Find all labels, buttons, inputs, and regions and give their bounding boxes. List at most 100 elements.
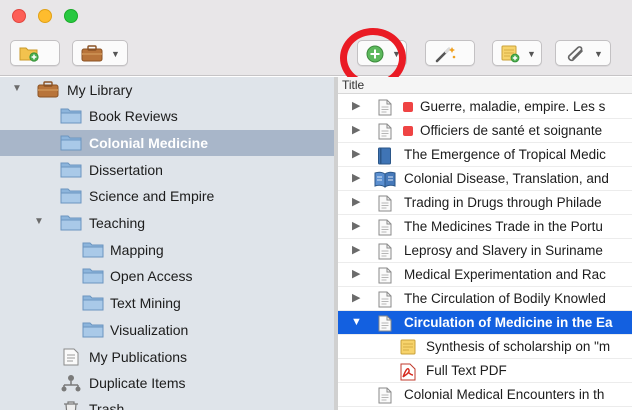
item-title: Medical Experimentation and Rac bbox=[404, 267, 606, 282]
disclosure-collapsed-icon[interactable]: ▶ bbox=[352, 221, 360, 232]
disclosure-expanded-icon[interactable]: ▼ bbox=[351, 317, 362, 328]
sidebar-item-my-library[interactable]: ▼ My Library bbox=[0, 77, 334, 103]
folder-icon bbox=[82, 295, 104, 311]
item-title: Colonial Disease, Translation, and bbox=[404, 171, 609, 186]
red-tag-icon bbox=[403, 102, 413, 112]
document-icon bbox=[378, 99, 392, 116]
document-icon bbox=[378, 123, 392, 140]
item-title: Guerre, maladie, empire. Les s bbox=[420, 99, 606, 114]
item-row[interactable]: ▶ Leprosy and Slavery in Suriname bbox=[338, 239, 632, 263]
disclosure-collapsed-icon[interactable]: ▶ bbox=[352, 245, 360, 256]
item-row[interactable]: Colonial Medical Encounters in th bbox=[338, 383, 632, 407]
new-note-button[interactable]: ▼ bbox=[492, 40, 542, 66]
folder-icon bbox=[60, 108, 82, 124]
sidebar-item-book-reviews[interactable]: Book Reviews bbox=[0, 103, 334, 129]
library-menu-button[interactable]: ▼ bbox=[72, 40, 128, 66]
disclosure-collapsed-icon[interactable]: ▶ bbox=[352, 197, 360, 208]
item-title: Trading in Drugs through Philade bbox=[404, 195, 602, 210]
disclosure-collapsed-icon[interactable]: ▶ bbox=[352, 173, 360, 184]
document-icon bbox=[378, 387, 392, 404]
document-icon bbox=[378, 219, 392, 236]
sidebar-item-label: Visualization bbox=[110, 322, 189, 338]
sidebar-item-science-and-empire[interactable]: Science and Empire bbox=[0, 183, 334, 209]
chevron-down-icon: ▼ bbox=[392, 49, 401, 59]
item-title: Circulation of Medicine in the Ea bbox=[404, 315, 613, 330]
items-list: Title ▶ Guerre, maladie, empire. Les s ▶… bbox=[338, 77, 632, 410]
item-row-selected[interactable]: ▼ Circulation of Medicine in the Ea bbox=[338, 311, 632, 335]
sidebar-item-label: Science and Empire bbox=[89, 188, 215, 204]
sidebar-item-label: Colonial Medicine bbox=[89, 135, 209, 151]
zoom-window-button[interactable] bbox=[64, 9, 78, 23]
disclosure-collapsed-icon[interactable]: ▶ bbox=[352, 293, 360, 304]
disclosure-collapsed-icon[interactable]: ▶ bbox=[352, 101, 360, 112]
disclosure-collapsed-icon[interactable]: ▶ bbox=[352, 125, 360, 136]
disclosure-expanded-icon[interactable]: ▼ bbox=[12, 84, 22, 94]
item-row[interactable]: ▶ The Circulation of Bodily Knowled bbox=[338, 287, 632, 311]
item-title: The Medicines Trade in the Portu bbox=[404, 219, 603, 234]
document-icon bbox=[378, 291, 392, 308]
new-collection-button[interactable] bbox=[10, 40, 60, 66]
add-by-identifier-button[interactable] bbox=[425, 40, 475, 66]
disclosure-collapsed-icon[interactable]: ▶ bbox=[352, 269, 360, 280]
publications-icon bbox=[63, 348, 79, 366]
red-tag-icon bbox=[403, 126, 413, 136]
sidebar-item-label: Teaching bbox=[89, 215, 146, 231]
child-item-row[interactable]: Synthesis of scholarship on "m bbox=[338, 335, 632, 359]
sidebar-item-my-publications[interactable]: My Publications bbox=[0, 344, 334, 370]
sidebar-item-trash[interactable]: Trash bbox=[0, 396, 334, 410]
magic-wand-icon bbox=[435, 47, 456, 63]
note-add-icon bbox=[501, 45, 520, 63]
sidebar-item-mapping[interactable]: Mapping bbox=[0, 237, 334, 263]
column-header-label: Title bbox=[342, 78, 365, 92]
sidebar-item-label: Book Reviews bbox=[89, 108, 178, 124]
briefcase-icon bbox=[81, 45, 103, 62]
paperclip-icon bbox=[567, 46, 583, 62]
chevron-down-icon: ▼ bbox=[527, 49, 536, 59]
item-title: The Emergence of Tropical Medic bbox=[404, 147, 606, 162]
column-header-title[interactable]: Title bbox=[338, 77, 632, 94]
item-row[interactable]: ▶ Guerre, maladie, empire. Les s bbox=[338, 95, 632, 119]
toolbar: ▼ ▼ ▼ ▼ bbox=[0, 30, 632, 76]
sidebar-item-teaching[interactable]: ▼ Teaching bbox=[0, 210, 334, 236]
collections-sidebar: ▼ My Library Book Reviews Colonial Medic… bbox=[0, 77, 334, 410]
disclosure-collapsed-icon[interactable]: ▶ bbox=[352, 149, 360, 160]
item-row[interactable]: ▶ The Emergence of Tropical Medic bbox=[338, 143, 632, 167]
note-icon bbox=[400, 339, 416, 355]
add-attachment-button[interactable]: ▼ bbox=[555, 40, 611, 66]
close-window-button[interactable] bbox=[12, 9, 26, 23]
item-row[interactable]: ▶ Medical Experimentation and Rac bbox=[338, 263, 632, 287]
document-icon bbox=[378, 195, 392, 212]
library-icon bbox=[37, 81, 59, 98]
book-section-icon bbox=[374, 171, 396, 188]
folder-add-icon bbox=[19, 47, 39, 62]
new-item-button[interactable]: ▼ bbox=[357, 40, 407, 66]
sidebar-item-colonial-medicine[interactable]: Colonial Medicine bbox=[0, 130, 334, 156]
folder-icon bbox=[82, 322, 104, 338]
disclosure-expanded-icon[interactable]: ▼ bbox=[34, 217, 44, 227]
sidebar-item-label: Duplicate Items bbox=[89, 375, 186, 391]
item-row[interactable]: ▶ Trading in Drugs through Philade bbox=[338, 191, 632, 215]
item-row[interactable]: ▶ Officiers de santé et soignante bbox=[338, 119, 632, 143]
folder-icon bbox=[82, 242, 104, 258]
item-title: Colonial Medical Encounters in th bbox=[404, 387, 605, 402]
plus-circle-icon bbox=[366, 45, 384, 63]
item-title: Full Text PDF bbox=[426, 363, 507, 378]
sidebar-item-label: Mapping bbox=[110, 242, 164, 258]
folder-icon bbox=[60, 188, 82, 204]
window-titlebar bbox=[0, 0, 632, 30]
document-icon bbox=[378, 315, 392, 332]
sidebar-item-open-access[interactable]: Open Access bbox=[0, 263, 334, 289]
sidebar-item-visualization[interactable]: Visualization bbox=[0, 317, 334, 343]
item-row[interactable]: ▶ The Medicines Trade in the Portu bbox=[338, 215, 632, 239]
sidebar-item-text-mining[interactable]: Text Mining bbox=[0, 290, 334, 316]
sidebar-item-label: Open Access bbox=[110, 268, 193, 284]
child-item-row[interactable]: Full Text PDF bbox=[338, 359, 632, 383]
minimize-window-button[interactable] bbox=[38, 9, 52, 23]
document-icon bbox=[378, 267, 392, 284]
item-title: Leprosy and Slavery in Suriname bbox=[404, 243, 603, 258]
item-row[interactable]: ▶ Colonial Disease, Translation, and bbox=[338, 167, 632, 191]
sidebar-item-dissertation[interactable]: Dissertation bbox=[0, 157, 334, 183]
sidebar-item-duplicate-items[interactable]: Duplicate Items bbox=[0, 370, 334, 396]
item-title: Synthesis of scholarship on "m bbox=[426, 339, 611, 354]
folder-icon bbox=[82, 268, 104, 284]
